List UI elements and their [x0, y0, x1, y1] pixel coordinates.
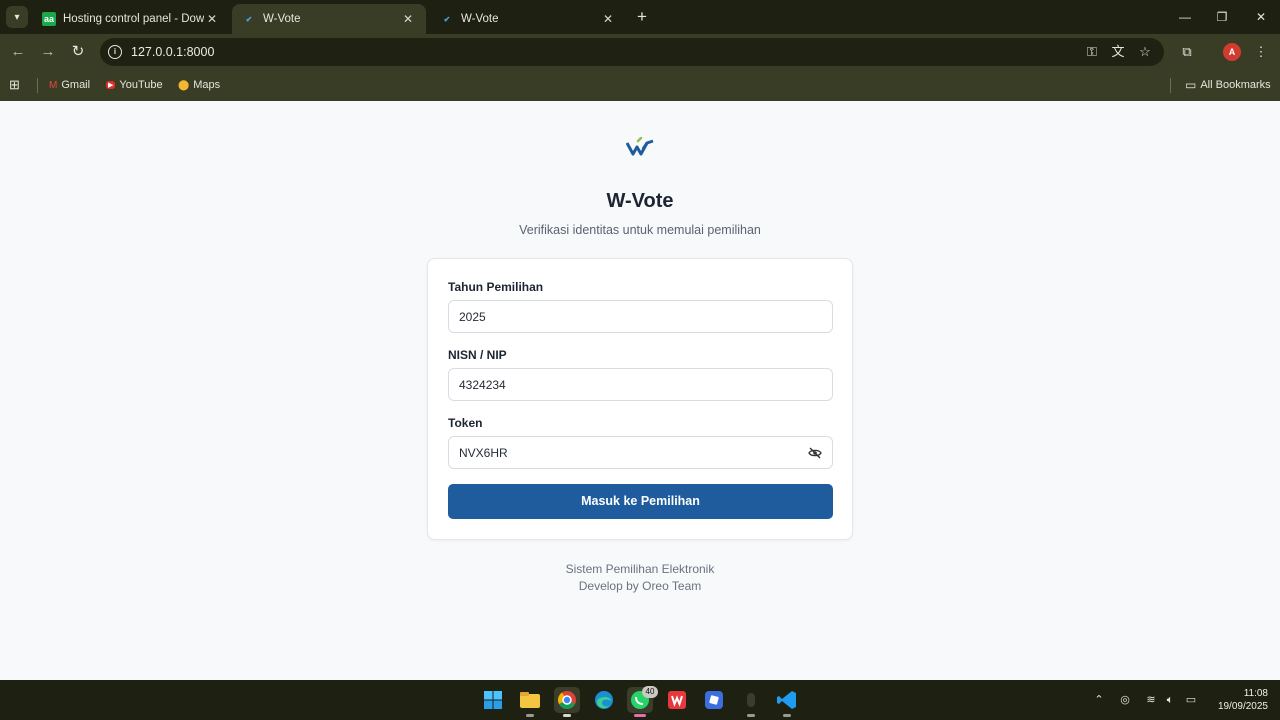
- clock-time: 11:08: [1243, 688, 1268, 699]
- folder-icon: ▭: [1185, 78, 1197, 92]
- reload-button[interactable]: ↻: [67, 41, 89, 63]
- browser-toolbar: ← → ↻ i 127.0.0.1:8000 ⚿ 文 ☆ ⧉ ⋮: [0, 34, 1280, 70]
- bookmark-gmail[interactable]: M Gmail: [49, 77, 90, 93]
- gmail-icon: M: [49, 79, 58, 91]
- year-label: Tahun Pemilihan: [448, 280, 544, 294]
- profile-avatar[interactable]: A: [1223, 43, 1241, 61]
- menu-kebab-icon[interactable]: ⋮: [1252, 43, 1270, 61]
- bookmarks-divider: [37, 78, 38, 93]
- tab-title: W-Vote: [461, 13, 499, 25]
- bookmarks-divider: [1170, 78, 1171, 93]
- extensions-icon[interactable]: ⧉: [1178, 43, 1196, 61]
- close-icon[interactable]: ✕: [400, 12, 416, 26]
- maps-icon: ⬤: [178, 79, 190, 91]
- tab-hosting[interactable]: aa Hosting control panel - Downlo ✕: [32, 4, 230, 34]
- system-clock[interactable]: 11:08 19/09/2025: [1208, 687, 1268, 713]
- footer-system-name: Sistem Pemilihan Elektronik: [565, 562, 715, 576]
- file-explorer-icon[interactable]: [517, 687, 543, 717]
- app-blue-icon[interactable]: [701, 687, 727, 713]
- chrome-icon[interactable]: [554, 687, 580, 717]
- chevron-up-icon[interactable]: ⌃: [1091, 692, 1107, 708]
- submit-button[interactable]: Masuk ke Pemilihan: [448, 484, 833, 519]
- battery-icon[interactable]: ▭: [1183, 692, 1199, 708]
- eye-off-icon[interactable]: [808, 446, 822, 460]
- page-content: W-Vote Verifikasi identitas untuk memula…: [0, 101, 1280, 680]
- translate-icon[interactable]: 文: [1109, 44, 1127, 60]
- new-tab-button[interactable]: +: [632, 6, 652, 28]
- hosting-favicon-icon: aa: [42, 12, 56, 26]
- tray-app-icon[interactable]: ◎: [1117, 692, 1133, 708]
- whatsapp-badge: 40: [642, 686, 658, 698]
- windows-start-icon[interactable]: [480, 687, 506, 713]
- tab-w-vote[interactable]: ✔ W-Vote ✕: [430, 4, 626, 34]
- token-value: NVX6HR: [459, 446, 508, 460]
- address-bar[interactable]: i 127.0.0.1:8000 ⚿ 文 ☆: [100, 38, 1164, 66]
- close-window-button[interactable]: ✕: [1246, 6, 1276, 28]
- nisn-nip-value: 4324234: [459, 378, 506, 392]
- clock-date: 19/09/2025: [1217, 701, 1268, 712]
- bookmark-label: Maps: [193, 79, 221, 91]
- edge-icon[interactable]: [591, 687, 617, 713]
- volume-icon[interactable]: 🔈︎: [1162, 692, 1178, 708]
- mouse-app-icon[interactable]: [738, 687, 764, 717]
- page-subtitle: Verifikasi identitas untuk memulai pemil…: [519, 223, 761, 237]
- w-vote-favicon-icon: ✔: [443, 14, 451, 24]
- w-vote-favicon-icon: ✔: [245, 14, 253, 24]
- bookmark-label: Gmail: [61, 79, 91, 91]
- year-value: 2025: [459, 310, 486, 324]
- footer-credit: Develop by Oreo Team: [578, 579, 702, 593]
- youtube-icon: ▶: [106, 81, 116, 89]
- all-bookmarks-button[interactable]: ▭ All Bookmarks: [1185, 77, 1271, 93]
- taskbar: [0, 680, 1280, 720]
- tab-search-button[interactable]: ▾: [6, 6, 28, 28]
- password-key-icon[interactable]: ⚿: [1083, 44, 1101, 60]
- wifi-icon[interactable]: ≋: [1143, 692, 1159, 708]
- token-label: Token: [448, 416, 483, 430]
- tab-title: Hosting control panel - Downlo: [63, 13, 204, 25]
- all-bookmarks-label: All Bookmarks: [1200, 79, 1271, 91]
- forward-button[interactable]: →: [37, 41, 59, 63]
- bookmarks-bar: ⊞ M Gmail ▶ YouTube ⬤ Maps ▭ All Bookmar…: [0, 70, 1280, 101]
- bookmark-youtube[interactable]: ▶ YouTube: [106, 77, 163, 93]
- restore-button[interactable]: ❐: [1207, 6, 1237, 28]
- bookmark-maps[interactable]: ⬤ Maps: [178, 77, 220, 93]
- login-card: Tahun Pemilihan 2025 NISN / NIP 4324234 …: [427, 258, 853, 540]
- year-input[interactable]: 2025: [448, 300, 833, 333]
- back-button[interactable]: ←: [7, 41, 29, 63]
- tab-title: W-Vote: [263, 13, 301, 25]
- site-info-icon[interactable]: i: [108, 45, 122, 59]
- vscode-icon[interactable]: [774, 687, 800, 717]
- url-text[interactable]: 127.0.0.1:8000: [131, 45, 214, 59]
- token-input[interactable]: NVX6HR: [448, 436, 833, 469]
- close-icon[interactable]: ✕: [600, 12, 616, 26]
- nisn-nip-input[interactable]: 4324234: [448, 368, 833, 401]
- tab-w-vote-active[interactable]: ✔ W-Vote ✕: [232, 4, 426, 34]
- bookmark-star-icon[interactable]: ☆: [1136, 44, 1154, 60]
- page-title: W-Vote: [606, 190, 674, 212]
- id-label: NISN / NIP: [448, 348, 507, 362]
- apps-grid-icon[interactable]: ⊞: [9, 77, 20, 93]
- minimize-button[interactable]: —: [1170, 6, 1200, 28]
- w-vote-logo: [626, 137, 654, 156]
- tab-strip: ▾ aa Hosting control panel - Downlo ✕ ✔ …: [0, 0, 1280, 34]
- bookmark-label: YouTube: [119, 79, 163, 91]
- close-icon[interactable]: ✕: [204, 12, 220, 26]
- wps-office-icon[interactable]: [664, 687, 690, 713]
